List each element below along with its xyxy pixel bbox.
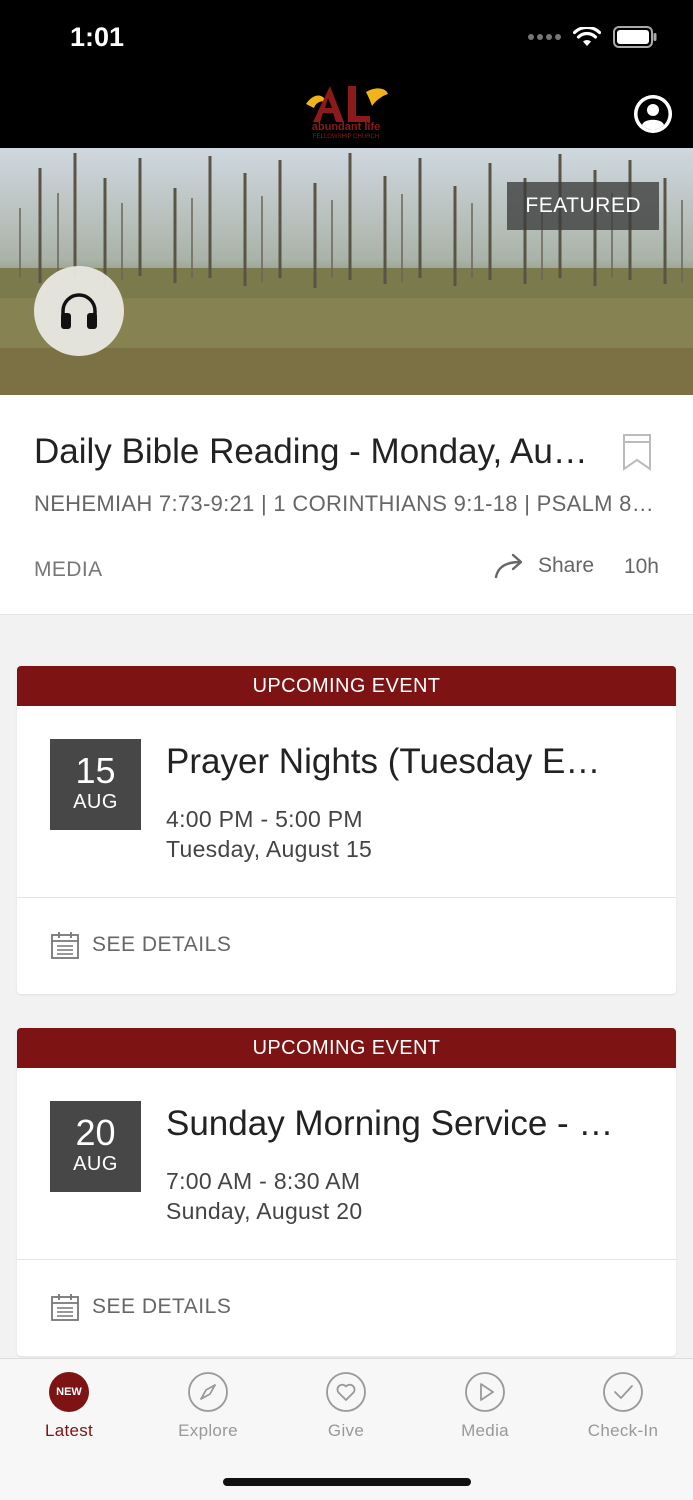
wifi-icon xyxy=(573,27,601,46)
see-details-button[interactable]: SEE DETAILS xyxy=(50,930,231,960)
logo-subtext: FELLOWSHIP CHURCH xyxy=(313,134,379,140)
see-details-label: SEE DETAILS xyxy=(92,1295,232,1318)
event-time: 4:00 PM - 5:00 PM xyxy=(166,806,363,832)
featured-age: 10h xyxy=(623,555,659,578)
event-card[interactable]: UPCOMING EVENT 20 AUG Sunday Morning Ser… xyxy=(17,1028,676,1356)
featured-hero-image[interactable]: FEATURED xyxy=(0,148,693,395)
share-arrow-icon xyxy=(494,553,523,579)
bookmark-button[interactable] xyxy=(622,433,652,476)
event-card[interactable]: UPCOMING EVENT 15 AUG Prayer Nights (Tue… xyxy=(17,666,676,994)
tab-label: Give xyxy=(327,1421,365,1440)
play-audio-button[interactable] xyxy=(34,266,124,356)
event-title: Sunday Morning Service - Worship xyxy=(166,1104,616,1143)
user-icon xyxy=(634,95,672,133)
new-badge: NEW xyxy=(49,1372,89,1412)
top-bar: 1:01 abundant life FELLOWSHIP CHURCH xyxy=(0,0,693,148)
share-label: Share xyxy=(538,554,595,577)
home-indicator[interactable] xyxy=(223,1478,471,1486)
featured-category: MEDIA xyxy=(34,558,103,581)
event-day: 20 xyxy=(75,1112,116,1153)
event-month: AUG xyxy=(73,791,118,813)
event-date: Sunday, August 20 xyxy=(166,1198,363,1224)
battery-icon xyxy=(613,26,657,48)
play-icon xyxy=(464,1371,506,1413)
tab-give[interactable]: Give xyxy=(286,1371,406,1441)
status-time: 1:01 xyxy=(70,22,125,52)
bookmark-icon xyxy=(623,434,651,471)
tab-latest[interactable]: NEW Latest xyxy=(9,1371,129,1441)
tab-check-in[interactable]: Check-In xyxy=(563,1371,683,1441)
event-day: 15 xyxy=(75,750,116,791)
featured-content-card[interactable]: Daily Bible Reading - Monday, August 14 … xyxy=(0,395,693,615)
event-date: Tuesday, August 15 xyxy=(166,836,373,862)
event-time: 7:00 AM - 8:30 AM xyxy=(166,1168,361,1194)
featured-badge: FEATURED xyxy=(507,182,659,230)
tab-media[interactable]: Media xyxy=(425,1371,545,1441)
calendar-icon xyxy=(51,1294,79,1321)
calendar-icon xyxy=(51,932,79,959)
event-date-badge: 15 AUG xyxy=(50,739,141,830)
logo-wordmark: abundant life xyxy=(312,121,380,133)
divider xyxy=(17,1259,676,1260)
see-details-label: SEE DETAILS xyxy=(92,933,232,956)
event-banner: UPCOMING EVENT xyxy=(17,666,676,706)
status-indicators xyxy=(528,26,657,48)
headphones-icon xyxy=(61,293,97,329)
church-logo: abundant life FELLOWSHIP CHURCH xyxy=(296,82,396,140)
event-date-badge: 20 AUG xyxy=(50,1101,141,1192)
checkmark-icon xyxy=(602,1371,644,1413)
see-details-button[interactable]: SEE DETAILS xyxy=(50,1292,231,1322)
heart-icon xyxy=(325,1371,367,1413)
share-button[interactable]: Share xyxy=(494,553,594,579)
event-title: Prayer Nights (Tuesday Evening) xyxy=(166,742,616,781)
compass-icon xyxy=(187,1371,229,1413)
tab-explore[interactable]: Explore xyxy=(148,1371,268,1441)
featured-title: Daily Bible Reading - Monday, August 14 xyxy=(34,432,594,471)
event-month: AUG xyxy=(73,1153,118,1175)
tab-label: Explore xyxy=(178,1421,238,1440)
tab-label: Latest xyxy=(44,1421,94,1440)
profile-button[interactable] xyxy=(634,95,672,133)
tab-label: Check-In xyxy=(587,1421,659,1440)
featured-subtitle: NEHEMIAH 7:73-9:21 | 1 CORINTHIANS 9:1-1… xyxy=(34,491,654,516)
new-badge-icon: NEW xyxy=(48,1371,90,1413)
event-banner: UPCOMING EVENT xyxy=(17,1028,676,1068)
tab-label: Media xyxy=(461,1421,509,1440)
cellular-signal-icon xyxy=(528,34,561,40)
divider xyxy=(17,897,676,898)
